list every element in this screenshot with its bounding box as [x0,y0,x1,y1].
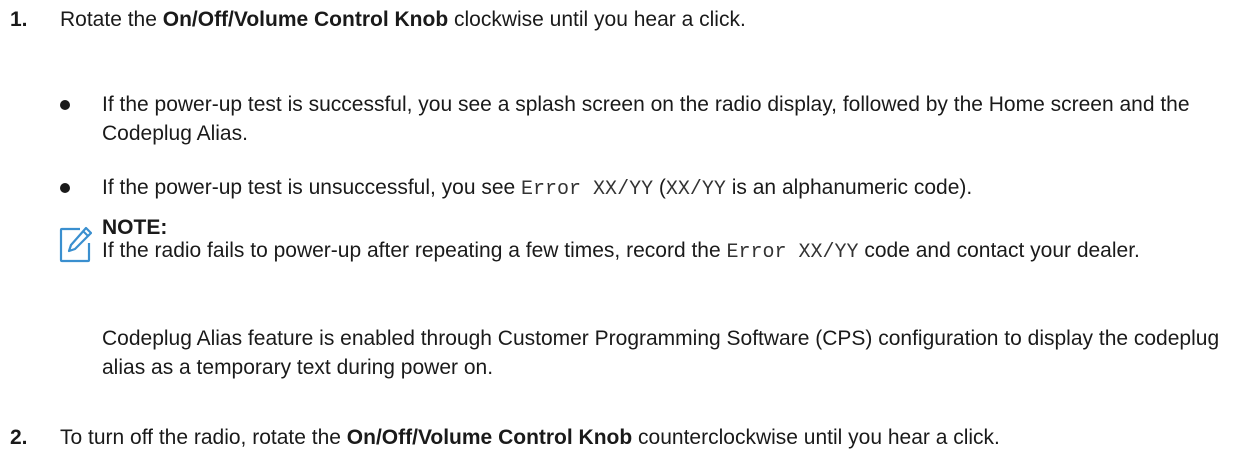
step-text-prefix: To turn off the radio, rotate the [60,426,347,449]
step-number: 2. [10,426,28,449]
knob-name: On/Off/Volume Control Knob [162,8,449,31]
bullet-text-suffix: is an alphanumeric code). [725,176,973,199]
knob-name: On/Off/Volume Control Knob [346,426,633,449]
step-2: 2. To turn off the radio, rotate the On/O… [10,423,1000,452]
bullet-text: If the power-up test is successful, you … [102,93,1190,145]
step-text-suffix: counterclockwise until you hear a click. [632,426,1000,449]
note-text-suffix: code and contact your dealer. [858,239,1140,262]
bullet-text-mid: ( [653,176,666,199]
pencil-note-icon [59,226,92,263]
note-paragraph: Codeplug Alias feature is enabled throug… [102,327,1220,379]
step-number: 1. [10,8,28,31]
error-code: Error XX/YY [521,178,654,201]
bullet-text: If the power-up test is unsuccessful, yo… [102,173,1242,204]
bullet-dot [60,183,70,193]
step-text-suffix: clockwise until you hear a click. [448,8,746,31]
note-text-prefix: If the radio fails to power-up after rep… [102,239,727,262]
note-paragraph: If the radio fails to power-up after rep… [102,236,1222,267]
error-code: Error XX/YY [726,241,859,264]
step-text-prefix: Rotate the [60,8,163,31]
step-1: 1. Rotate the On/Off/Volume Control Knob … [10,5,746,34]
bullet-dot [60,100,70,110]
code-format: XX/YY [665,178,726,201]
bullet-text-prefix: If the power-up test is unsuccessful, yo… [102,176,522,199]
